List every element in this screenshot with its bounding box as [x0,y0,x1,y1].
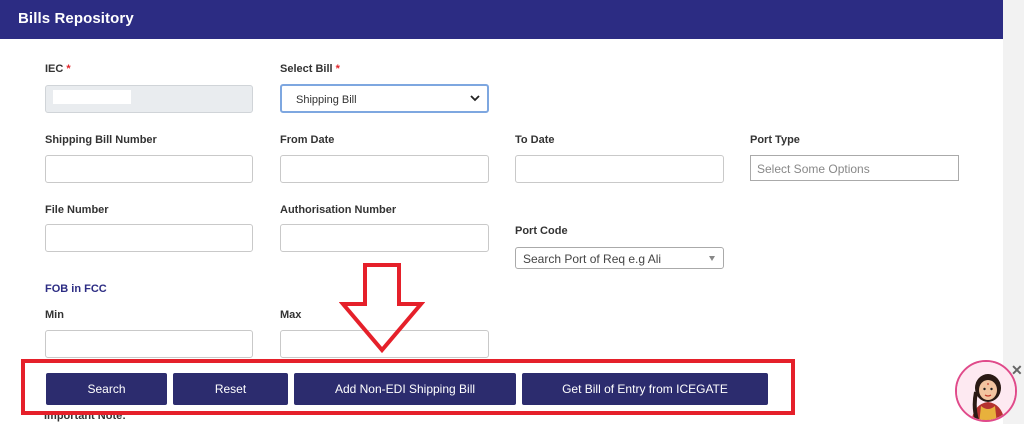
port-code-placeholder: Search Port of Req e.g Ali [523,252,662,266]
from-date-input[interactable] [280,155,489,183]
required-mark: * [66,63,71,75]
port-code-label: Port Code [515,225,568,237]
iec-field [45,85,253,113]
select-bill-value: Shipping Bill [296,94,357,106]
authorisation-number-label: Authorisation Number [280,204,397,216]
caret-down-icon [709,256,715,261]
authorisation-number-input[interactable] [280,224,489,252]
file-number-label: File Number [45,204,109,216]
required-mark: * [335,63,340,75]
file-number-input[interactable] [45,224,253,252]
fob-section-heading: FOB in FCC [45,283,107,295]
assistant-avatar-icon[interactable] [955,360,1017,422]
port-type-multiselect[interactable]: Select Some Options [750,155,959,181]
to-date-label: To Date [515,134,555,146]
assistant-figure [957,362,1015,420]
page-header: Bills Repository [0,0,1003,39]
port-code-combobox[interactable]: Search Port of Req e.g Ali [515,247,724,269]
select-bill-label: Select Bill * [280,63,340,75]
port-type-label: Port Type [750,134,800,146]
port-type-placeholder: Select Some Options [757,162,870,176]
redacted-value [53,90,131,104]
chevron-down-icon [470,95,480,102]
bills-repository-panel: Bills Repository IEC * Select Bill * Shipp… [0,0,1003,424]
min-input[interactable] [45,330,253,358]
iec-label: IEC * [45,63,71,75]
annotation-highlight-box [21,359,795,415]
min-label: Min [45,309,64,321]
select-bill-dropdown[interactable]: Shipping Bill [280,84,489,113]
max-label: Max [280,309,302,321]
shipping-bill-number-input[interactable] [45,155,253,183]
close-icon[interactable]: ✕ [1011,362,1023,379]
shipping-bill-number-label: Shipping Bill Number [45,134,157,146]
page-title: Bills Repository [18,10,134,27]
to-date-input[interactable] [515,155,724,183]
from-date-label: From Date [280,134,335,146]
down-arrow-annotation [339,263,425,354]
